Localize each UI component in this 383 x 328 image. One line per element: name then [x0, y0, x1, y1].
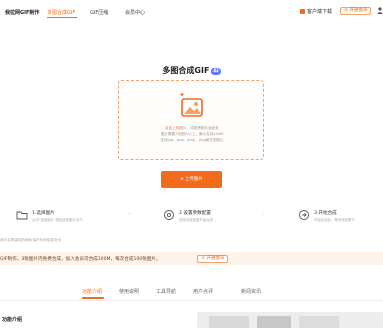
dropzone-click-upload[interactable]: 点击上传 [165, 126, 179, 130]
step-title: 3.开始合成 [314, 211, 337, 216]
nav-item-gif-compress[interactable]: GIF压缩 [90, 9, 108, 16]
nav-item-member-center[interactable]: 会员中心 [125, 9, 145, 16]
client-download-link[interactable]: 客户端下载 [300, 8, 332, 15]
promo-vip-label: 开通会员 [206, 255, 225, 261]
client-download-label: 客户端下载 [307, 9, 333, 15]
dropzone-hint-line1-rest: 图片，或拖拽图片到此处 [179, 126, 219, 130]
step-title: 1.选择图片 [32, 211, 55, 216]
privacy-notice: 我们会尊重您的隐私保护权和信息安全 [0, 238, 62, 242]
image-upload-icon [180, 93, 203, 117]
vip-button[interactable]: ♔ 开通会员 [340, 7, 372, 15]
user-icon[interactable] [377, 7, 383, 14]
top-nav: 我拉网GIF制作 多图合成GIF GIF压缩 会员中心 客户端下载 ♔ 开通会员 [0, 0, 383, 24]
step-desc: 选择合适参数开始合成 [179, 218, 213, 222]
ai-badge: AI [211, 68, 221, 75]
merge-icon [299, 210, 309, 220]
promo-bar: GIF制作，3张图片内免费合成，加入会员可合成100M，每次合成100张图片。 … [0, 252, 383, 265]
step-desc: 开始合成后，等待完成即可 [314, 218, 355, 222]
dropzone-hint-line3: 支持jpg、png、bmp、png格式的图片 [160, 138, 224, 142]
upload-dropzone[interactable]: 点击上传图片，或拖拽图片到此处 图片需要2张图片以上，最大支持100M 支持jp… [118, 80, 264, 160]
page-title: 多图合成GIF AI [0, 65, 383, 76]
upload-button[interactable]: +上传图片 [161, 171, 222, 188]
preview-card [299, 316, 339, 328]
step-separator: › [128, 212, 130, 217]
tab-features[interactable]: 功能介绍 [82, 288, 102, 295]
preview-card [209, 316, 249, 328]
divider [0, 300, 383, 301]
folder-icon [16, 211, 28, 220]
settings-icon [164, 210, 174, 220]
tab-reviews[interactable]: 用户点评 [193, 288, 213, 295]
nav-item-merge-gif[interactable]: 多图合成GIF [47, 9, 75, 16]
feature-preview-image [197, 312, 383, 328]
tab-usage[interactable]: 使用说明 [119, 288, 139, 295]
step-desc: 点击"选择图片"按钮选择图片文件 [32, 218, 83, 222]
tab-news[interactable]: 新闻资讯 [241, 288, 261, 295]
preview-card [257, 316, 291, 328]
upload-plus-icon: + [180, 177, 184, 182]
vip-button-label: 开通会员 [349, 8, 368, 13]
page-title-text: 多图合成GIF [162, 66, 210, 75]
promo-text: GIF制作，3张图片内免费合成，加入会员可合成100M，每次合成100张图片。 [0, 256, 161, 262]
upload-button-label: 上传图片 [184, 177, 203, 182]
brand-logo[interactable]: 我拉网GIF制作 [5, 9, 39, 16]
download-icon [300, 9, 305, 14]
promo-vip-button[interactable]: ♔ 开通会员 [197, 254, 229, 263]
section-title: 功能介绍 [2, 317, 23, 323]
tab-tools[interactable]: 工具导航 [156, 288, 176, 295]
tab-active-indicator [82, 297, 104, 299]
step-separator: › [263, 212, 265, 217]
nav-active-indicator [47, 17, 77, 18]
content-tabs: 功能介绍 使用说明 工具导航 用户点评 新闻资讯 [0, 285, 383, 299]
step-title: 2.设置参数配置 [179, 211, 211, 216]
